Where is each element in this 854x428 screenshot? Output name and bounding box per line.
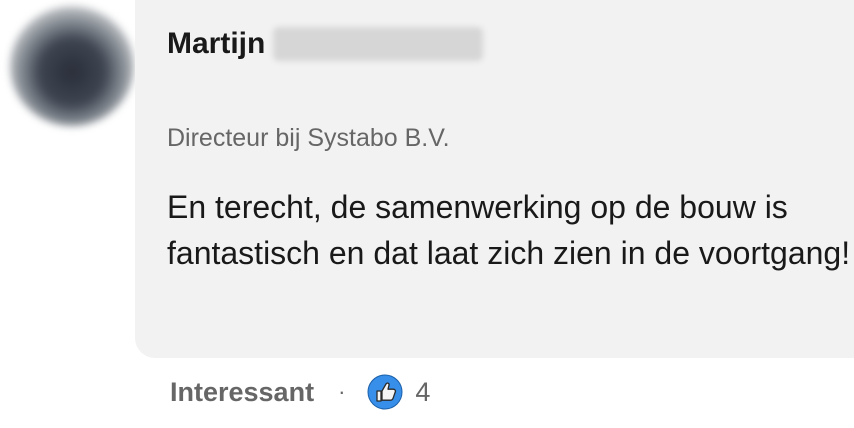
author-headline: Directeur bij Systabo B.V.	[167, 124, 450, 152]
reaction-button[interactable]: Interessant	[170, 377, 314, 408]
reaction-count[interactable]: 4	[415, 377, 430, 408]
like-icon[interactable]	[367, 374, 403, 410]
separator-dot: ·	[338, 379, 346, 404]
comment-card: Martijn Directeur bij Systabo B.V. En te…	[0, 0, 854, 428]
author-name[interactable]: Martijn	[167, 27, 265, 61]
comment-text: En terecht, de samenwerking op de bouw i…	[167, 189, 851, 271]
comment-actions: Interessant · 4	[170, 372, 430, 412]
redacted-surname	[273, 27, 484, 61]
author-row: Martijn	[167, 22, 484, 66]
avatar[interactable]	[10, 6, 134, 126]
